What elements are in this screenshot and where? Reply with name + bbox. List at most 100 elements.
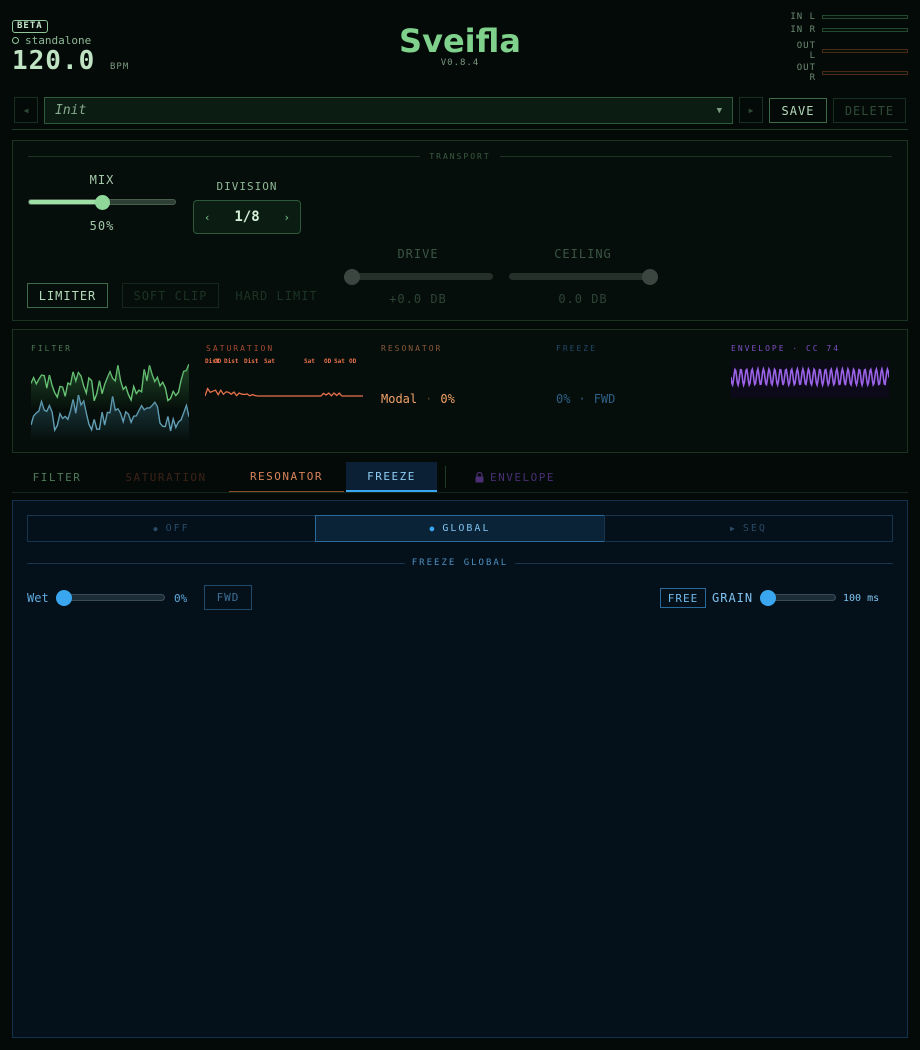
resonator-module-label: RESONATOR: [381, 344, 443, 353]
separator: ·: [578, 392, 586, 406]
freeze-mode-seq[interactable]: ▶ SEQ: [604, 515, 893, 542]
mix-slider-fill: [29, 200, 102, 204]
bpm-display[interactable]: 120.0: [12, 46, 95, 76]
freeze-module-label: FREEZE: [556, 344, 597, 353]
sat-tag: Sat: [304, 358, 315, 365]
meter-out-r: OUT R: [788, 63, 908, 83]
resonator-mode: Modal: [381, 392, 418, 406]
wet-slider[interactable]: [60, 594, 165, 601]
wet-slider-thumb[interactable]: [56, 590, 72, 606]
tab-envelope[interactable]: ENVELOPE: [460, 462, 570, 492]
freeze-mode-off[interactable]: ● OFF: [27, 515, 316, 542]
freeze-mode-seq-label: SEQ: [742, 523, 767, 534]
chevron-right-icon[interactable]: ›: [283, 211, 290, 224]
freeze-mode-global[interactable]: ● GLOBAL: [315, 515, 605, 542]
mix-label: MIX: [89, 173, 115, 187]
transport-label: TRANSPORT: [429, 152, 491, 161]
meter-out-l: OUT L: [788, 41, 908, 61]
resonator-summary[interactable]: Modal · 0%: [381, 392, 455, 406]
sat-tag: OD: [214, 358, 222, 365]
drive-value: +0.0 DB: [389, 292, 447, 306]
resonator-value: 0%: [440, 392, 455, 406]
preset-select[interactable]: Init ▼: [44, 97, 733, 124]
meter-label: IN R: [790, 25, 816, 35]
next-preset-button[interactable]: ▶: [739, 97, 763, 123]
ceiling-slider[interactable]: [509, 273, 658, 280]
section-line: [28, 156, 420, 157]
delete-button[interactable]: DELETE: [833, 98, 906, 123]
sat-tag: OD: [324, 358, 332, 365]
freeze-panel: [12, 500, 908, 1038]
filter-waveform[interactable]: [31, 360, 189, 442]
free-button[interactable]: FREE: [660, 588, 706, 608]
dot-icon: ●: [153, 524, 160, 533]
filter-module-label: FILTER: [31, 344, 72, 353]
wet-label: Wet: [27, 591, 49, 605]
drive-slider[interactable]: [344, 273, 493, 280]
saturation-tags: Dist OD Dist Dist Sat Sat OD Sat OD: [205, 358, 365, 368]
wet-value: 0%: [174, 592, 188, 605]
divider: [12, 129, 908, 130]
saturation-module-label: SATURATION: [206, 344, 275, 353]
app-version: V0.8.4: [440, 58, 480, 68]
sat-tag: Sat: [334, 358, 345, 365]
tab-filter[interactable]: FILTER: [12, 462, 102, 492]
meter-bar: [822, 71, 908, 75]
meter-in-l: IN L: [788, 12, 908, 22]
mix-slider-thumb[interactable]: [95, 195, 110, 210]
section-line: [27, 563, 405, 564]
meter-label: OUT R: [796, 63, 816, 83]
drive-label: DRIVE: [397, 247, 439, 261]
chevron-down-icon: ▼: [716, 105, 722, 116]
separator: ·: [425, 392, 433, 406]
sat-tag: Sat: [264, 358, 275, 365]
ceiling-label: CEILING: [554, 247, 612, 261]
freeze-summary[interactable]: 0% · FWD: [556, 392, 615, 406]
play-icon: ▶: [730, 524, 737, 533]
soft-clip-button[interactable]: SOFT CLIP: [122, 283, 219, 308]
meter-label: OUT L: [796, 41, 816, 61]
limiter-button[interactable]: LIMITER: [27, 283, 108, 308]
ceiling-slider-thumb[interactable]: [642, 269, 658, 285]
mix-value: 50%: [89, 219, 115, 233]
division-value: 1/8: [234, 209, 260, 225]
meter-label: IN L: [790, 12, 816, 22]
status-ring-icon: [12, 37, 19, 44]
chevron-left-icon[interactable]: ‹: [204, 211, 211, 224]
lock-icon: [475, 471, 484, 482]
app-title: Sveifla: [399, 22, 521, 60]
freeze-section-title: FREEZE GLOBAL: [411, 558, 509, 568]
tab-envelope-label: ENVELOPE: [490, 470, 555, 484]
ceiling-value: 0.0 DB: [558, 292, 608, 306]
save-button[interactable]: SAVE: [769, 98, 827, 123]
grain-value: 100 ms: [843, 593, 880, 604]
drive-slider-thumb[interactable]: [344, 269, 360, 285]
freeze-mode-off-label: OFF: [165, 523, 190, 534]
hard-limit-button[interactable]: HARD LIMIT: [225, 283, 328, 308]
tab-freeze[interactable]: FREEZE: [346, 462, 437, 492]
meter-bar: [822, 28, 908, 32]
meter-bar: [822, 49, 908, 53]
tab-resonator[interactable]: RESONATOR: [229, 462, 344, 492]
grain-slider-thumb[interactable]: [760, 590, 776, 606]
direction-button[interactable]: FWD: [204, 585, 252, 610]
grain-label: GRAIN: [712, 591, 754, 605]
prev-preset-button[interactable]: ◀: [14, 97, 38, 123]
preset-name: Init: [55, 103, 87, 118]
dot-icon: ●: [429, 524, 437, 533]
sat-tag: Dist: [244, 358, 259, 365]
section-line: [515, 563, 893, 564]
envelope-waveform[interactable]: [731, 360, 889, 398]
freeze-mode-global-label: GLOBAL: [442, 523, 491, 534]
saturation-curve[interactable]: [205, 380, 363, 402]
sat-tag: OD: [349, 358, 357, 365]
tab-saturation[interactable]: SATURATION: [110, 462, 222, 492]
sat-tag: Dist: [224, 358, 239, 365]
tab-divider: [445, 466, 446, 488]
division-stepper[interactable]: ‹ 1/8 ›: [193, 200, 301, 234]
meter-bar: [822, 15, 908, 19]
envelope-module-label: ENVELOPE · CC 74: [731, 344, 841, 353]
saturation-line: [205, 387, 363, 397]
meter-in-r: IN R: [788, 25, 908, 35]
bpm-label: BPM: [110, 62, 130, 72]
